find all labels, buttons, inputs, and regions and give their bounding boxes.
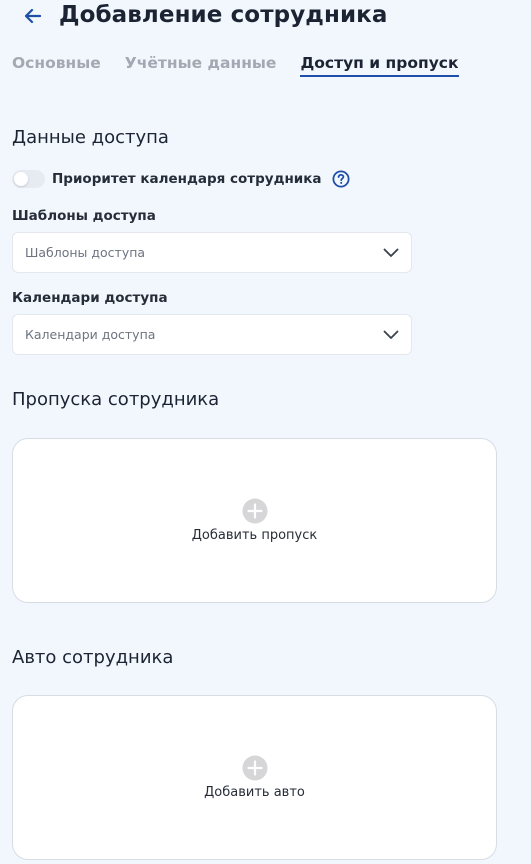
- passes-section-title: Пропуска сотрудника: [12, 389, 220, 410]
- chevron-down-icon: [383, 248, 399, 258]
- access-templates-select[interactable]: Шаблоны доступа: [12, 232, 412, 273]
- access-calendars-select[interactable]: Календари доступа: [12, 314, 412, 355]
- add-car-label: Добавить авто: [204, 785, 305, 800]
- add-pass-button[interactable]: Добавить пропуск: [12, 438, 497, 603]
- add-car-button[interactable]: Добавить авто: [12, 695, 497, 860]
- access-calendars-label: Календари доступа: [12, 290, 168, 306]
- tab-credentials[interactable]: Учётные данные: [125, 54, 277, 77]
- add-employee-page: Добавление сотрудника Основные Учётные д…: [0, 0, 531, 864]
- access-calendars-placeholder: Календари доступа: [25, 327, 156, 342]
- tab-general[interactable]: Основные: [12, 54, 101, 77]
- cars-section-title: Авто сотрудника: [12, 647, 174, 668]
- page-title: Добавление сотрудника: [59, 2, 388, 28]
- chevron-down-icon: [383, 330, 399, 340]
- help-icon[interactable]: [332, 170, 350, 188]
- plus-circle-icon: [242, 755, 268, 781]
- access-templates-label: Шаблоны доступа: [12, 208, 156, 224]
- back-button[interactable]: [22, 5, 44, 27]
- access-templates-placeholder: Шаблоны доступа: [25, 245, 146, 260]
- toggle-knob: [14, 172, 28, 186]
- access-section-title: Данные доступа: [12, 127, 169, 148]
- add-pass-label: Добавить пропуск: [191, 528, 318, 543]
- calendar-priority-label: Приоритет календаря сотрудника: [52, 171, 322, 187]
- calendar-priority-row: Приоритет календаря сотрудника: [12, 170, 350, 188]
- calendar-priority-toggle[interactable]: [12, 170, 45, 188]
- plus-circle-icon: [242, 498, 268, 524]
- tab-access-and-pass[interactable]: Доступ и пропуск: [300, 54, 459, 77]
- tab-bar: Основные Учётные данные Доступ и пропуск: [12, 54, 483, 77]
- arrow-left-icon: [25, 9, 41, 23]
